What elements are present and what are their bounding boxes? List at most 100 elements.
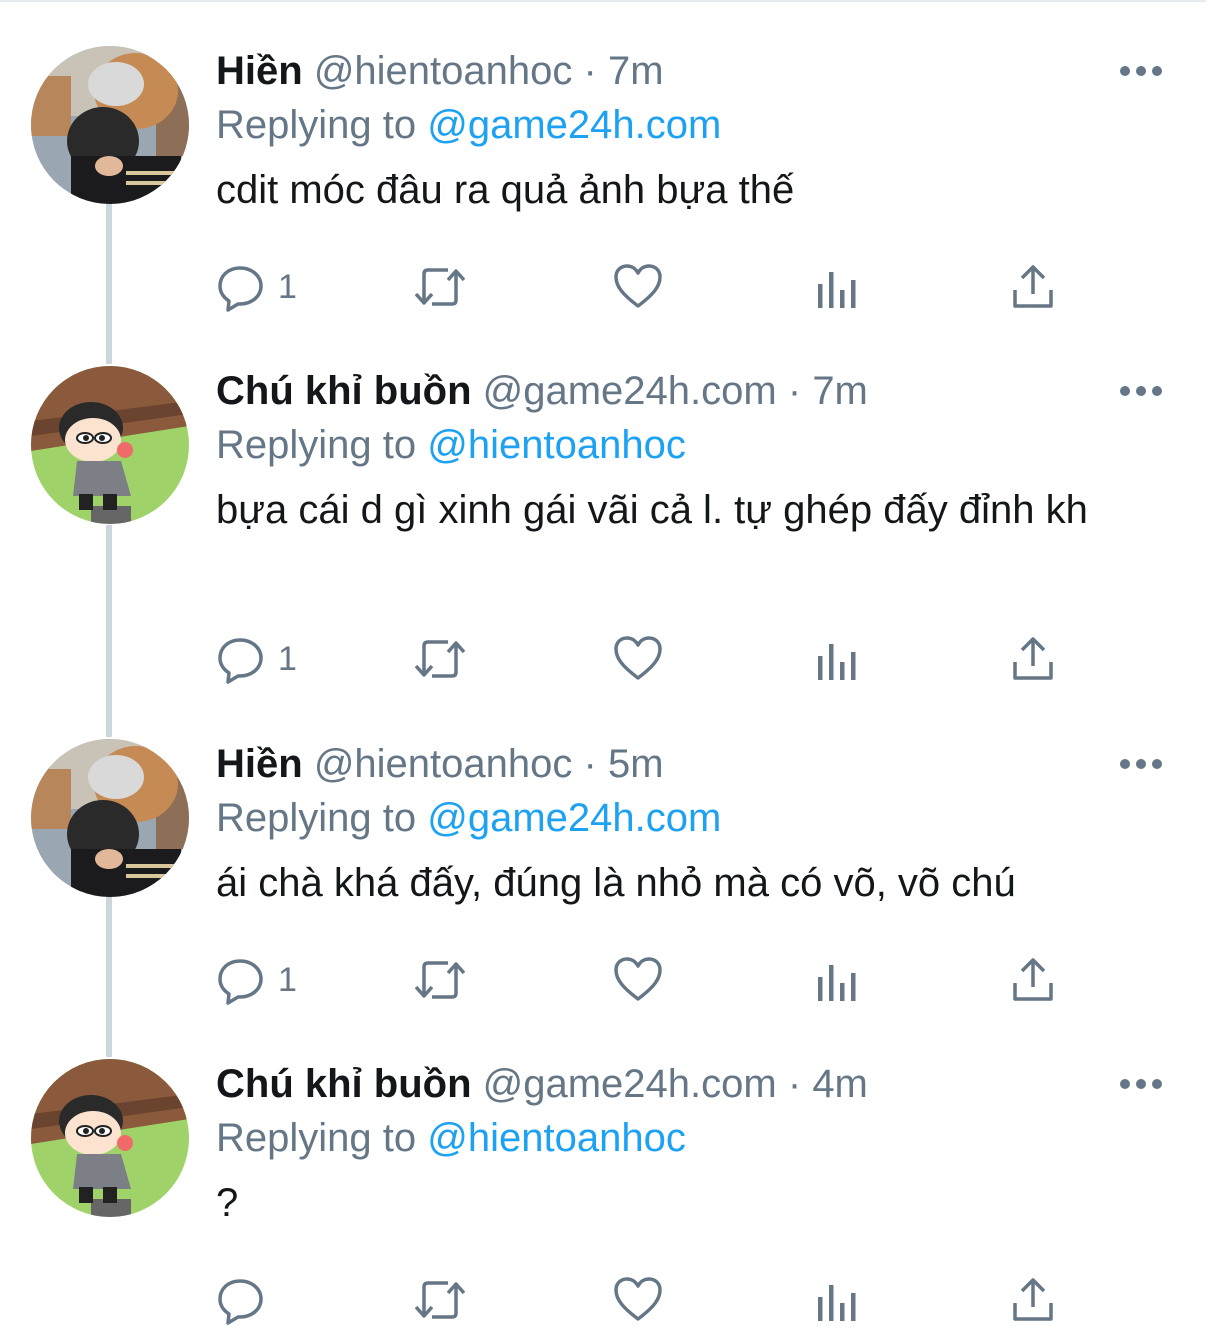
reply-count: 1 [278,268,297,306]
replying-label: Replying to [216,103,417,147]
share-button[interactable] [1010,955,1056,1005]
replying-label: Replying to [216,1116,417,1160]
thread-line [106,204,112,364]
like-button[interactable] [612,955,664,1005]
retweet-button[interactable] [412,1275,468,1325]
share-icon [1013,1278,1053,1321]
timestamp[interactable]: 7m [608,49,664,93]
share-icon [1013,958,1053,1001]
avatar[interactable] [31,46,189,204]
reply-button[interactable]: 1 [216,262,297,312]
reply-icon [218,638,263,684]
avatar[interactable] [31,366,189,524]
tweet-header: Hiền @hientoanhoc · 5m [216,739,664,789]
heart-icon [614,636,662,680]
reply-button[interactable]: 1 [216,634,297,684]
timestamp[interactable]: 4m [812,1062,868,1106]
replying-to: Replying to @hientoanhoc [216,1113,686,1163]
separator-dot: · [787,1062,802,1106]
analytics-button[interactable] [816,634,860,684]
action-bar: 1 [216,634,1076,684]
avatar-hien-image [31,46,189,204]
share-button[interactable] [1010,262,1056,312]
tweet-header: Hiền @hientoanhoc · 7m [216,46,664,96]
share-button[interactable] [1010,634,1056,684]
reply-count: 1 [278,640,297,678]
reply-icon [218,959,263,1005]
heart-icon [614,264,662,308]
display-name[interactable]: Hiền [216,49,303,93]
mention-link[interactable]: @game24h.com [427,103,721,147]
tweet-text: cdit móc đâu ra quả ảnh bựa thế [216,168,795,212]
heart-icon [614,1277,662,1321]
replying-to: Replying to @game24h.com [216,793,721,843]
like-button[interactable] [612,634,664,684]
replying-to: Replying to @game24h.com [216,100,721,150]
like-button[interactable] [612,1275,664,1325]
retweet-icon [414,1281,466,1319]
retweet-button[interactable] [412,262,468,312]
more-icon [1120,1079,1162,1089]
more-button[interactable] [1118,1077,1164,1091]
user-handle[interactable]: @game24h.com [483,1062,777,1106]
timestamp[interactable]: 7m [812,369,868,413]
user-handle[interactable]: @game24h.com [483,369,777,413]
avatar[interactable] [31,739,189,897]
tweet-text: ái chà khá đấy, đúng là nhỏ mà có võ, võ… [216,861,1016,905]
more-icon [1120,386,1162,396]
retweet-icon [414,268,466,306]
more-button[interactable] [1118,757,1164,771]
reply-count: 1 [278,961,297,999]
action-bar: 1 [216,955,1076,1005]
thread-line [106,897,112,1057]
more-button[interactable] [1118,64,1164,78]
separator-dot: · [583,49,597,93]
display-name[interactable]: Hiền [216,742,303,786]
share-button[interactable] [1010,1275,1056,1325]
tweet-header: Chú khỉ buồn @game24h.com · 4m [216,1059,868,1109]
display-name[interactable]: Chú khỉ buồn [216,1062,472,1106]
mention-link[interactable]: @hientoanhoc [427,1116,686,1160]
retweet-icon [414,961,466,999]
display-name[interactable]: Chú khỉ buồn [216,369,472,413]
reply-icon [218,266,263,312]
analytics-icon [818,644,856,680]
reply-button[interactable] [216,1275,278,1325]
more-button[interactable] [1118,384,1164,398]
timestamp[interactable]: 5m [608,742,664,786]
action-bar [216,1275,1076,1325]
analytics-icon [818,965,856,1001]
action-bar: 1 [216,262,1076,312]
retweet-icon [414,640,466,678]
share-icon [1013,265,1053,308]
analytics-icon [818,1285,856,1321]
user-handle[interactable]: @hientoanhoc [314,742,573,786]
thread-line [106,525,112,737]
avatar-hien-image [31,739,189,897]
more-icon [1120,66,1162,76]
like-button[interactable] [612,262,664,312]
avatar-chu-khi-buon-image [31,366,189,524]
replying-label: Replying to [216,423,417,467]
reply-button[interactable]: 1 [216,955,297,1005]
heart-icon [614,957,662,1001]
analytics-button[interactable] [816,1275,860,1325]
mention-link[interactable]: @hientoanhoc [427,423,686,467]
analytics-button[interactable] [816,262,860,312]
separator-dot: · [787,369,802,413]
tweet-text: ? [216,1181,239,1225]
retweet-button[interactable] [412,955,468,1005]
retweet-button[interactable] [412,634,468,684]
tweet-header: Chú khỉ buồn @game24h.com · 7m [216,366,868,416]
analytics-icon [818,272,856,308]
analytics-button[interactable] [816,955,860,1005]
reply-thread: Hiền @hientoanhoc · 7m Replying to @game… [0,0,1206,1339]
replying-to: Replying to @hientoanhoc [216,420,686,470]
separator-dot: · [583,742,597,786]
replying-label: Replying to [216,796,417,840]
tweet-text: bựa cái d gì xinh gái vãi cả l. tự ghép … [216,488,1088,532]
more-icon [1120,759,1162,769]
avatar[interactable] [31,1059,189,1217]
mention-link[interactable]: @game24h.com [427,796,721,840]
user-handle[interactable]: @hientoanhoc [314,49,573,93]
